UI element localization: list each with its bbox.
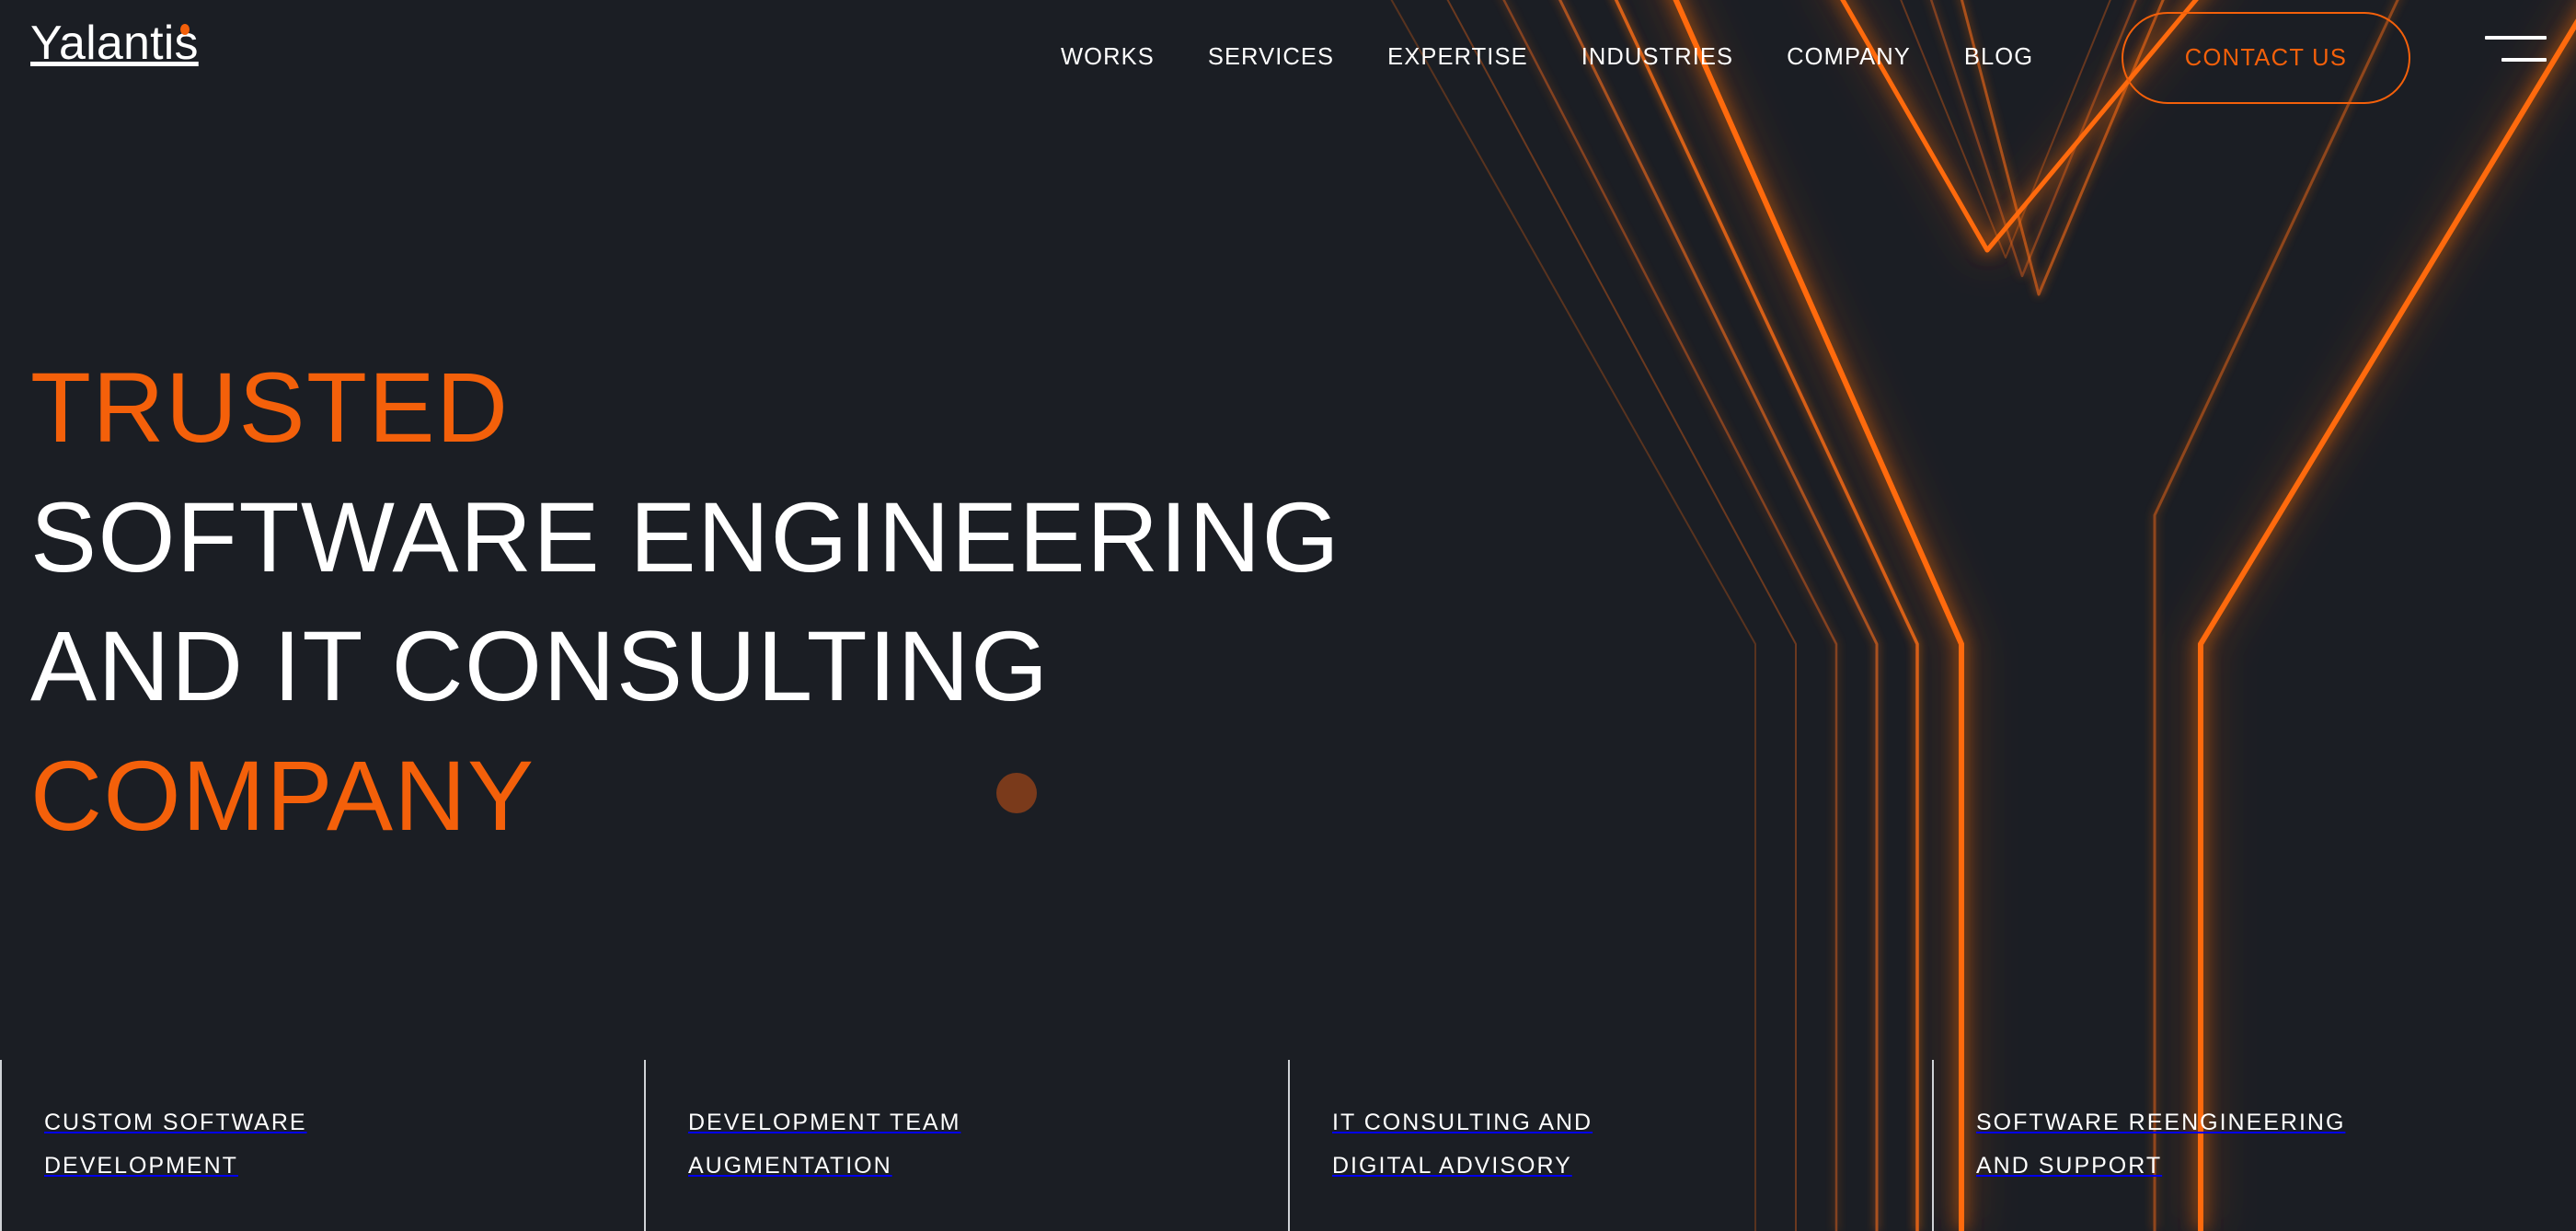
nav-item-industries[interactable]: INDUSTRIES xyxy=(1555,46,1760,70)
service-card-line-1: SOFTWARE REENGINEERING xyxy=(1976,1110,2346,1135)
service-cards-strip: CUSTOM SOFTWARE DEVELOPMENT DEVELOPMENT … xyxy=(0,1058,2576,1231)
hero-heading-line-1: TRUSTED xyxy=(30,351,510,464)
hero-heading-line-2: SOFTWARE ENGINEERING xyxy=(30,480,1341,592)
page-root: Yalantis WORKS SERVICES EXPERTISE INDUST… xyxy=(0,0,2576,1231)
nav-item-works[interactable]: WORKS xyxy=(1034,46,1181,70)
nav-item-expertise[interactable]: EXPERTISE xyxy=(1361,46,1555,70)
brand-logo[interactable]: Yalantis xyxy=(30,19,199,67)
service-card-custom-software-development[interactable]: CUSTOM SOFTWARE DEVELOPMENT xyxy=(0,1058,644,1231)
service-card-line-2: AUGMENTATION xyxy=(688,1153,892,1179)
service-card-line-1: IT CONSULTING AND xyxy=(1332,1110,1593,1135)
hamburger-icon[interactable] xyxy=(2482,32,2547,69)
brand-logo-text: Yalantis xyxy=(30,17,199,70)
service-card-line-1: DEVELOPMENT TEAM xyxy=(688,1110,961,1135)
service-card-line-2: AND SUPPORT xyxy=(1976,1153,2163,1179)
nav-item-blog[interactable]: BLOG xyxy=(1938,46,2060,70)
site-header: Yalantis WORKS SERVICES EXPERTISE INDUST… xyxy=(0,0,2576,116)
hero-heading-line-3: AND IT CONSULTING xyxy=(30,610,1050,722)
service-card-line-2: DEVELOPMENT xyxy=(44,1153,238,1179)
service-card-line-1: CUSTOM SOFTWARE xyxy=(44,1110,307,1135)
hamburger-bar-bottom xyxy=(2501,58,2547,62)
hamburger-bar-top xyxy=(2485,36,2547,40)
service-card-it-consulting-and-digital-advisory[interactable]: IT CONSULTING AND DIGITAL ADVISORY xyxy=(1288,1058,1932,1231)
cursor-dot xyxy=(996,773,1037,813)
service-card-development-team-augmentation[interactable]: DEVELOPMENT TEAM AUGMENTATION xyxy=(644,1058,1288,1231)
service-card-line-2: DIGITAL ADVISORY xyxy=(1332,1153,1572,1179)
contact-us-button[interactable]: CONTACT US xyxy=(2122,12,2410,104)
nav-item-company[interactable]: COMPANY xyxy=(1760,46,1938,70)
y-logo-graphic xyxy=(1178,0,2576,1231)
nav-item-services[interactable]: SERVICES xyxy=(1181,46,1361,70)
hero-heading: TRUSTED SOFTWARE ENGINEERING AND IT CONS… xyxy=(30,343,1340,860)
service-card-software-reengineering-and-support[interactable]: SOFTWARE REENGINEERING AND SUPPORT xyxy=(1932,1058,2576,1231)
hero-heading-line-4: COMPANY xyxy=(30,739,535,851)
logo-dot-icon xyxy=(179,24,190,35)
primary-nav: WORKS SERVICES EXPERTISE INDUSTRIES COMP… xyxy=(1034,40,2060,76)
